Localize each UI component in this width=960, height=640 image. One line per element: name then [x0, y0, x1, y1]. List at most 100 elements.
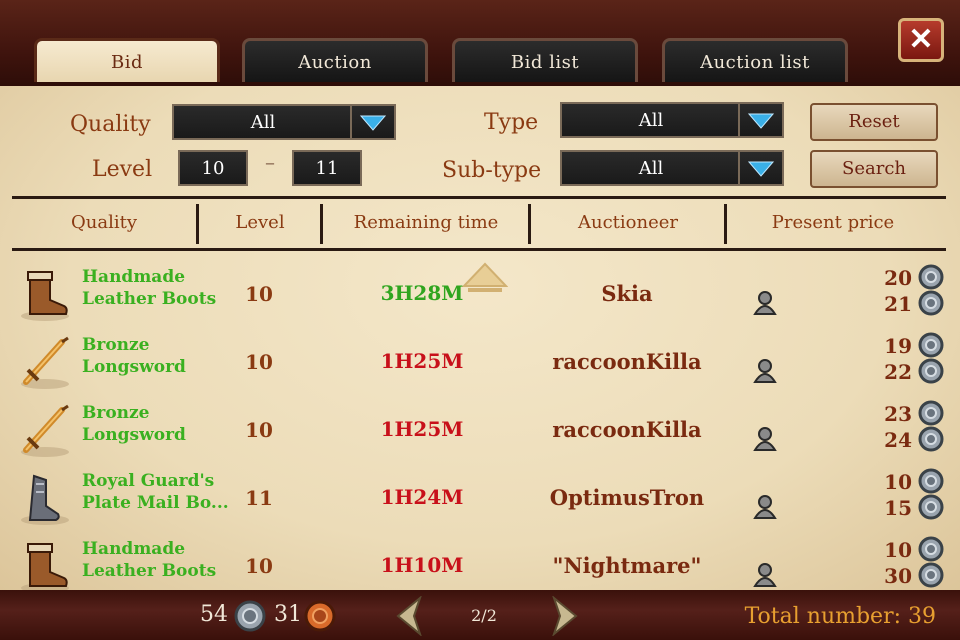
silver-coin-icon	[918, 400, 944, 426]
remaining-time: 1H25M	[380, 417, 464, 441]
item-name: Royal Guard's Plate Mail Bo...	[82, 470, 232, 514]
item-name-line1: Handmade	[82, 267, 186, 287]
type-dropdown-button[interactable]	[738, 104, 782, 136]
tab-auction-list[interactable]: Auction list	[662, 38, 848, 82]
item-name-line1: Bronze	[82, 335, 150, 355]
next-page-icon[interactable]	[546, 596, 582, 636]
buyout-price: 15	[884, 496, 912, 520]
remaining-time: 1H10M	[380, 553, 464, 577]
silver-amount: 54	[200, 602, 228, 627]
column-header-auctioneer[interactable]: Auctioneer	[532, 212, 724, 233]
auctioneer-name: raccoonKilla	[552, 349, 702, 374]
chevron-down-icon	[748, 161, 774, 177]
quality-select-value: All	[250, 112, 276, 133]
type-filter-label: Type	[484, 110, 539, 135]
item-level: 10	[245, 418, 273, 442]
close-icon: ✕	[908, 22, 934, 57]
remaining-time: 3H28M	[380, 281, 464, 305]
table-row[interactable]: Bronze Longsword 10 1H25M raccoonKilla 1…	[12, 328, 946, 396]
chevron-down-icon	[360, 115, 386, 131]
column-divider	[320, 204, 323, 244]
type-select-value: All	[638, 110, 664, 131]
prev-page-icon[interactable]	[392, 596, 428, 636]
item-name: Bronze Longsword	[82, 334, 232, 378]
auctioneer-name: "Nightmare"	[552, 553, 702, 578]
tab-bid[interactable]: Bid	[34, 38, 220, 82]
header-bottom-divider	[12, 248, 946, 251]
silver-coin-icon	[918, 494, 944, 520]
item-name: Handmade Leather Boots	[82, 266, 232, 310]
item-name-line2: Leather Boots	[82, 289, 217, 309]
item-name: Bronze Longsword	[82, 402, 232, 446]
item-level: 10	[245, 350, 273, 374]
subtype-select-value: All	[638, 158, 664, 179]
silver-coin-icon	[918, 264, 944, 290]
subtype-dropdown-button[interactable]	[738, 152, 782, 184]
silver-coin-icon	[918, 426, 944, 452]
buyout-price: 24	[884, 428, 912, 452]
item-level: 10	[245, 282, 273, 306]
column-header-present-price[interactable]: Present price	[728, 212, 938, 233]
table-row[interactable]: Bronze Longsword 10 1H25M raccoonKilla 2…	[12, 396, 946, 464]
item-level: 11	[245, 486, 273, 510]
item-name-line2: Longsword	[82, 425, 186, 445]
current-bid: 19	[884, 334, 912, 358]
current-bid: 10	[884, 470, 912, 494]
item-name-line1: Bronze	[82, 403, 150, 423]
item-name: Handmade Leather Boots	[82, 538, 232, 582]
copper-amount: 31	[274, 602, 302, 627]
auctioneer-name: Skia	[601, 281, 653, 306]
level-range-dash: –	[265, 150, 275, 174]
tab-bid-list[interactable]: Bid list	[452, 38, 638, 82]
bidder-icon	[752, 562, 778, 588]
silver-coin-icon	[918, 562, 944, 588]
quality-select[interactable]: All	[172, 104, 396, 140]
type-select[interactable]: All	[560, 102, 784, 138]
item-name-line2: Leather Boots	[82, 561, 217, 581]
level-min-input[interactable]: 10	[178, 150, 248, 186]
auctioneer-name: raccoonKilla	[552, 417, 702, 442]
column-divider	[196, 204, 199, 244]
total-count: Total number: 39	[744, 604, 936, 629]
subtype-filter-label: Sub-type	[442, 158, 542, 183]
bidder-icon	[752, 358, 778, 384]
level-max-input[interactable]: 11	[292, 150, 362, 186]
copper-coin-icon	[304, 600, 336, 632]
column-header-level[interactable]: Level	[200, 212, 320, 233]
item-name-line1: Handmade	[82, 539, 186, 559]
silver-coin-icon	[918, 536, 944, 562]
column-header-remaining-time[interactable]: Remaining time	[324, 212, 528, 233]
table-row[interactable]: Handmade Leather Boots 10 3H28M Skia 20 …	[12, 260, 946, 328]
silver-coin-icon	[918, 468, 944, 494]
search-button[interactable]: Search	[810, 150, 938, 188]
current-bid: 23	[884, 402, 912, 426]
silver-coin-icon	[918, 332, 944, 358]
bidder-icon	[752, 426, 778, 452]
table-row[interactable]: Royal Guard's Plate Mail Bo... 11 1H24M …	[12, 464, 946, 532]
column-header-quality[interactable]: Quality	[12, 212, 196, 233]
item-name-line2: Longsword	[82, 357, 186, 377]
tab-auction[interactable]: Auction	[242, 38, 428, 82]
reset-button[interactable]: Reset	[810, 103, 938, 141]
item-name-line2: Plate Mail Bo...	[82, 493, 229, 513]
bidder-icon	[752, 290, 778, 316]
buyout-price: 30	[884, 564, 912, 588]
boots-icon	[16, 538, 74, 596]
page-indicator: 2/2	[471, 606, 497, 625]
sword-icon	[16, 334, 74, 392]
quality-filter-label: Quality	[70, 112, 151, 137]
subtype-select[interactable]: All	[560, 150, 784, 186]
buyout-price: 21	[884, 292, 912, 316]
bidder-icon	[752, 494, 778, 520]
current-bid: 10	[884, 538, 912, 562]
level-filter-label: Level	[92, 157, 153, 182]
header-top-divider	[12, 196, 946, 199]
remaining-time: 1H25M	[380, 349, 464, 373]
current-bid: 20	[884, 266, 912, 290]
quality-dropdown-button[interactable]	[350, 106, 394, 138]
close-button[interactable]: ✕	[898, 18, 944, 62]
sword-icon	[16, 402, 74, 460]
plate-boots-icon	[16, 470, 74, 528]
silver-coin-icon	[234, 600, 266, 632]
auctioneer-name: OptimusTron	[549, 485, 705, 510]
